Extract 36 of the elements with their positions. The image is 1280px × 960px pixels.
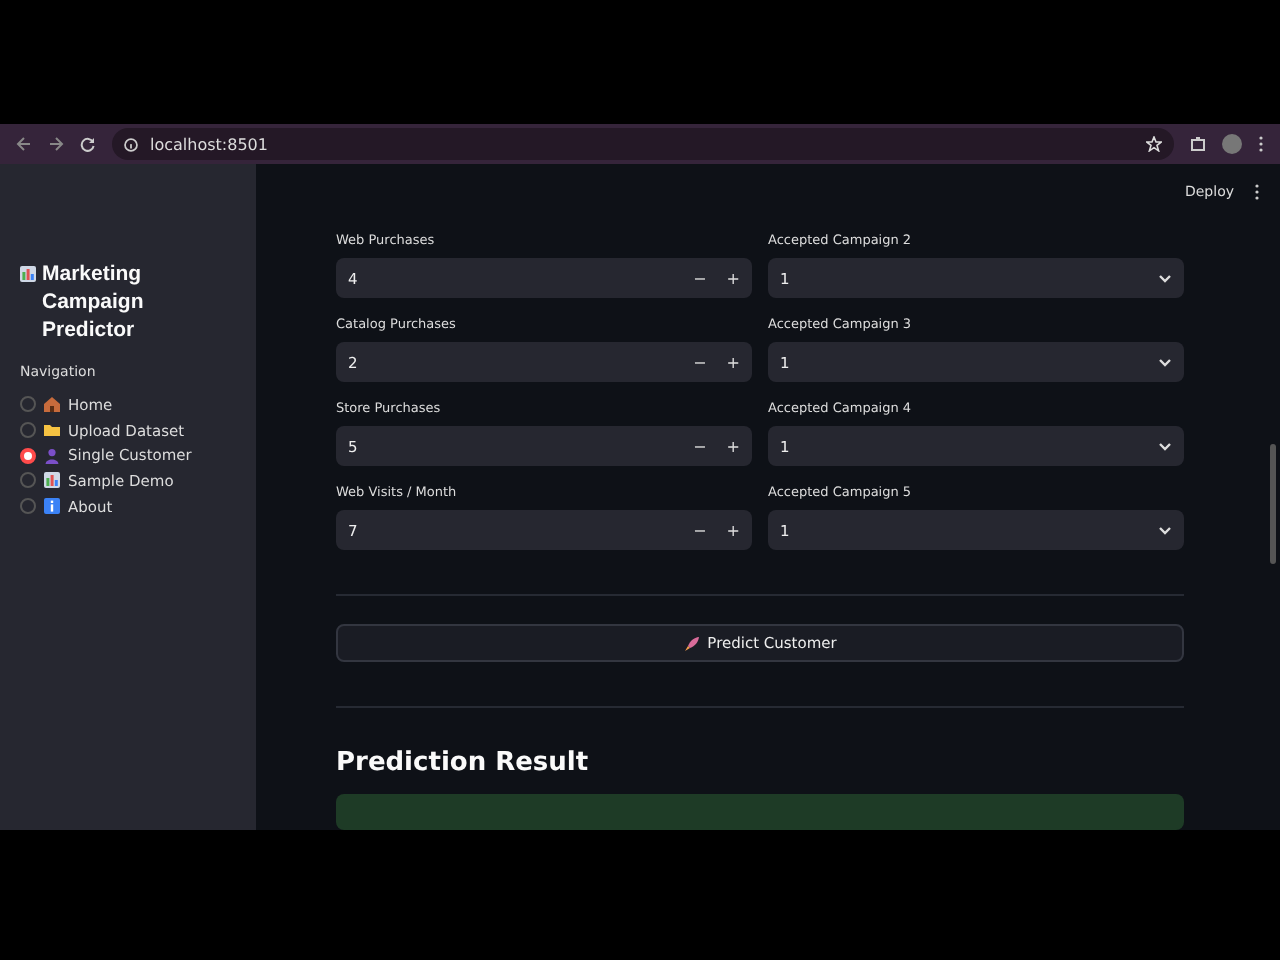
chevron-icon <box>1158 273 1172 283</box>
info-icon <box>124 137 138 151</box>
star-icon[interactable] <box>1146 136 1162 152</box>
increment-button[interactable]: + <box>726 353 740 371</box>
person-icon <box>44 447 60 464</box>
increment-button[interactable]: + <box>726 437 740 455</box>
menu-icon[interactable] <box>1258 136 1264 152</box>
section-heading: Prediction Result <box>336 747 591 778</box>
app-title: Marketing Campaign Predictor <box>42 260 146 344</box>
decrement-button[interactable]: − <box>693 521 707 539</box>
address-bar[interactable]: localhost:8501 <box>112 128 1174 160</box>
increment-button[interactable]: + <box>726 521 740 539</box>
increment-button[interactable]: + <box>726 269 740 287</box>
bar-chart-icon <box>44 472 60 489</box>
scrollbar[interactable] <box>1270 444 1276 564</box>
folder-icon <box>44 422 60 439</box>
chevron-icon <box>1158 525 1172 535</box>
chevron-icon <box>1158 357 1172 367</box>
info-icon <box>44 498 60 515</box>
radio-button[interactable] <box>20 396 36 413</box>
decrement-button[interactable]: − <box>693 269 707 287</box>
forward-icon[interactable] <box>48 136 64 152</box>
bar-chart-icon <box>20 266 36 282</box>
radio-button[interactable] <box>20 422 36 439</box>
more-icon[interactable] <box>1254 184 1260 200</box>
chevron-icon <box>1158 441 1172 451</box>
radio-button[interactable] <box>20 498 36 515</box>
avatar-icon[interactable] <box>1222 134 1242 154</box>
decrement-button[interactable]: − <box>693 353 707 371</box>
reload-icon[interactable] <box>80 136 96 152</box>
back-icon[interactable] <box>16 136 32 152</box>
decrement-button[interactable]: − <box>693 437 707 455</box>
radio-button[interactable] <box>20 447 36 464</box>
radio-button[interactable] <box>20 472 36 489</box>
url-text: localhost:8501 <box>150 135 270 153</box>
house-icon <box>44 396 60 413</box>
